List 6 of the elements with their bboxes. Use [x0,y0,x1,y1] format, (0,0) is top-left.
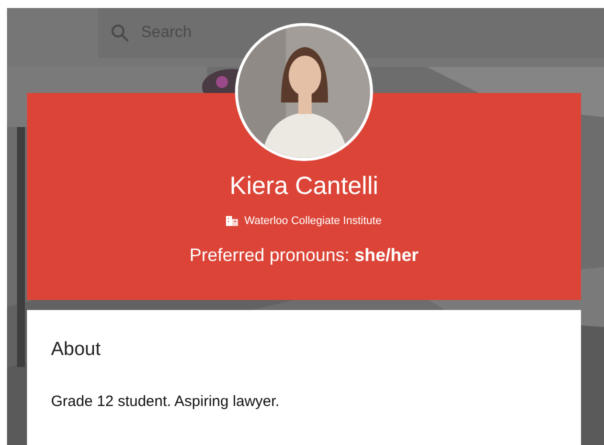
building-icon [226,216,238,226]
about-text: Grade 12 student. Aspiring lawyer. [51,392,280,412]
profile-name: Kiera Cantelli [228,171,380,201]
school-name: Waterloo Collegiate Institute [244,214,382,229]
about-heading: About [51,338,102,362]
pronouns-text: Preferred pronouns: she/her [188,244,420,268]
